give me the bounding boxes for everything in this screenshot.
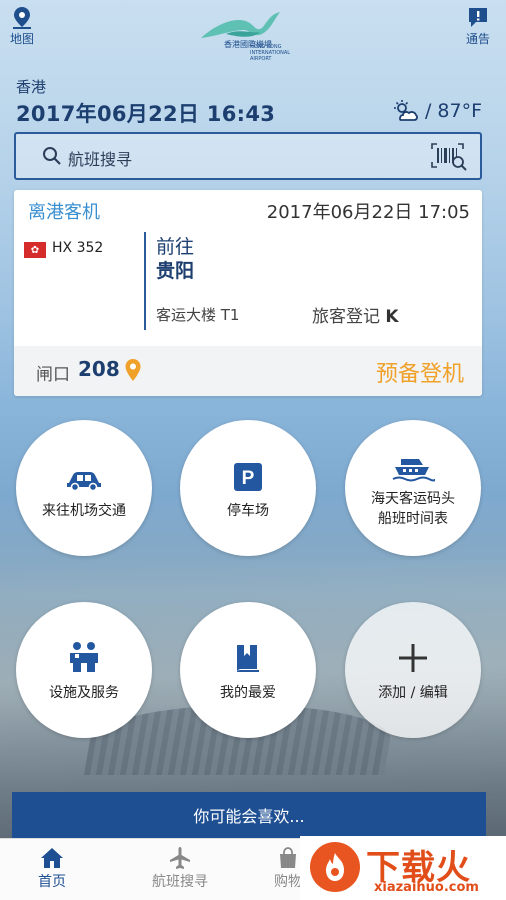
- search-icon: [43, 147, 61, 165]
- location-pin-icon[interactable]: [124, 358, 142, 382]
- favorites-button[interactable]: 我的最爱: [180, 602, 316, 738]
- facilities-label: 设施及服务: [49, 685, 119, 701]
- tab-shopping-label: 购物: [274, 874, 302, 890]
- ferry-icon: [392, 459, 435, 482]
- map-pin-icon: [13, 7, 31, 29]
- city-label: 香港: [16, 78, 47, 96]
- parking-label: 停车场: [227, 503, 269, 519]
- notice-icon: [468, 8, 487, 27]
- banner-text: 你可能会喜欢...: [193, 807, 305, 826]
- weather-display: / 87°F: [393, 100, 482, 122]
- watermark-url: xiazaihuo.com: [374, 880, 479, 895]
- add-edit-button[interactable]: 添加 / 编辑: [345, 602, 481, 738]
- checkin-info: 旅客登记 K: [312, 302, 399, 327]
- flight-search-box[interactable]: 航班搜寻: [14, 132, 482, 180]
- flight-type: 离港客机: [28, 202, 100, 223]
- search-placeholder: 航班搜寻: [68, 150, 133, 169]
- barcode-scan-icon[interactable]: [430, 142, 468, 172]
- destination: 贵阳: [156, 260, 195, 282]
- add-edit-label: 添加 / 编辑: [378, 685, 448, 701]
- shopping-icon: [280, 847, 296, 868]
- flight-date: 2017年06月22日 17:05: [266, 202, 470, 223]
- tab-home[interactable]: 首页: [38, 845, 66, 891]
- tab-home-label: 首页: [38, 874, 66, 890]
- flight-card[interactable]: 离港客机 2017年06月22日 17:05 ✿ HX 352 前往 贵阳 客运…: [14, 190, 482, 396]
- top-bar: 地图 香港國際機場 HONG KONG INTERNATIONAL AIRPOR…: [0, 0, 506, 62]
- checkin-row: K: [385, 307, 399, 327]
- watermark-logo: 下载火 xiazaihuo.com: [300, 836, 506, 900]
- flight-status: 预备登机: [375, 362, 464, 387]
- home-icon: [41, 848, 63, 868]
- gate-label: 闸口: [36, 365, 70, 385]
- parking-icon: P: [234, 463, 262, 491]
- transport-button[interactable]: 来往机场交通: [16, 420, 152, 556]
- gate-status-bar: 闸口 208 预备登机: [14, 346, 482, 396]
- notice-label: 通告: [465, 32, 490, 46]
- fire-logo-icon: [310, 842, 360, 892]
- recommendation-banner[interactable]: 你可能会喜欢...: [12, 792, 486, 838]
- flight-number: HX 352: [52, 240, 104, 256]
- checkin-label: 旅客登记: [312, 307, 380, 327]
- logo-text-en: HONG KONG INTERNATIONAL AIRPORT: [250, 44, 291, 62]
- car-icon: [67, 472, 101, 491]
- people-icon: [70, 642, 98, 672]
- plus-icon: [399, 644, 427, 672]
- terminal: 客运大楼 T1: [156, 306, 240, 324]
- favorites-label: 我的最爱: [220, 685, 276, 701]
- notice-button[interactable]: 通告: [466, 6, 490, 47]
- svg-text:P: P: [242, 468, 255, 489]
- map-button[interactable]: 地图: [10, 6, 34, 47]
- map-label: 地图: [10, 32, 35, 46]
- facilities-button[interactable]: 设施及服务: [16, 602, 152, 738]
- ferry-label: 海天客运码头 船班时间表: [371, 491, 455, 527]
- transport-label: 来往机场交通: [42, 503, 126, 519]
- divider: [144, 232, 146, 330]
- gate-number: 208: [78, 357, 120, 381]
- hong-kong-flag-icon: ✿: [24, 242, 46, 258]
- current-datetime: 2017年06月22日 16:43: [16, 102, 276, 126]
- bookmark-book-icon: [237, 645, 259, 672]
- ferry-schedule-button[interactable]: 海天客运码头 船班时间表: [345, 420, 481, 556]
- destination-label: 前往: [156, 236, 195, 258]
- tab-flight-search-label: 航班搜寻: [152, 874, 208, 890]
- tab-shopping[interactable]: 购物: [274, 845, 302, 891]
- tab-flight-search[interactable]: 航班搜寻: [152, 845, 208, 891]
- plane-icon: [170, 847, 190, 869]
- parking-button[interactable]: P 停车场: [180, 420, 316, 556]
- temperature: / 87°F: [424, 100, 482, 122]
- partly-cloudy-icon: [393, 100, 418, 121]
